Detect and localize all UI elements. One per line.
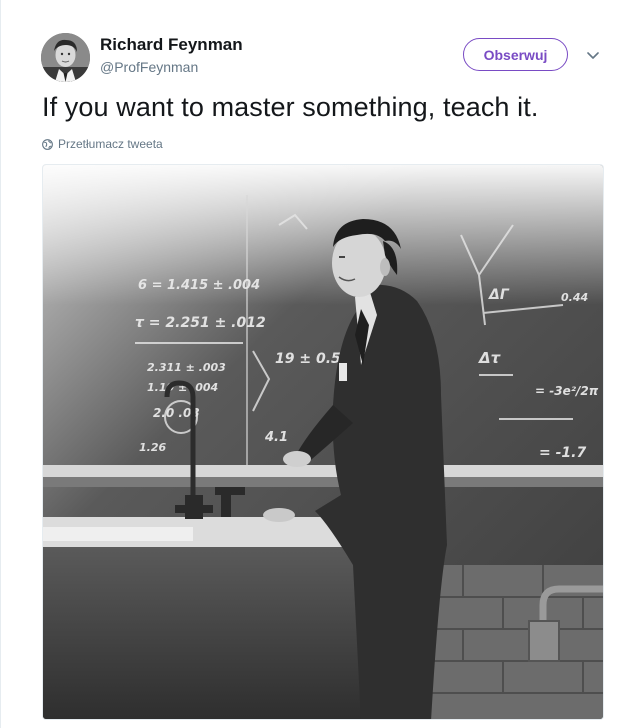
board-text-3: 2.311 ± .003 [147,361,226,374]
tweet-photo[interactable]: 6 = 1.415 ± .004 τ = 2.251 ± .012 2.311 … [42,164,604,720]
author-name[interactable]: Richard Feynman [100,35,243,55]
board-text-8: 4.1 [264,430,288,445]
feynman-blackboard-photo: 6 = 1.415 ± .004 τ = 2.251 ± .012 2.311 … [43,165,603,719]
avatar[interactable] [41,33,90,82]
translate-label: Przetłumacz tweeta [58,137,163,151]
chevron-down-icon[interactable] [585,48,601,64]
board-text-7: 19 ± 0.5 [275,351,341,367]
board-text-6: 1.26 [139,441,166,454]
board-text-11: Δτ [478,349,501,367]
follow-button[interactable]: Obserwuj [463,38,568,71]
board-text-10: 0.44 [561,291,588,304]
translate-tweet-link[interactable]: Przetłumacz tweeta [42,137,163,151]
board-text-13: = -1.7 [539,445,586,461]
avatar-image [41,33,90,82]
tweet-text: If you want to master something, teach i… [42,92,539,122]
board-text-1: 6 = 1.415 ± .004 [138,278,260,293]
globe-icon [42,138,53,150]
tweet-card: Richard Feynman @ProfFeynman Obserwuj If… [0,0,641,728]
board-text-9: ΔΓ [488,287,510,303]
board-text-12: = -3e²/2π [535,384,599,398]
board-text-2: τ = 2.251 ± .012 [135,315,266,331]
author-handle[interactable]: @ProfFeynman [100,59,198,75]
